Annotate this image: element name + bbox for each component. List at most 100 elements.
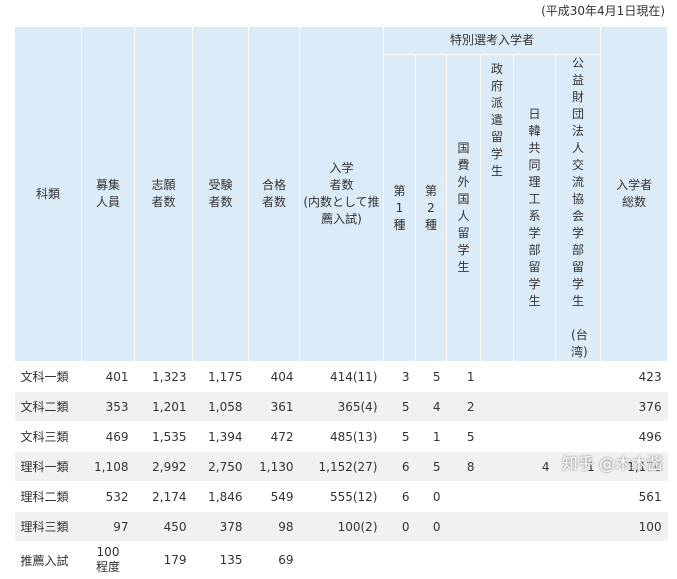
header-applicants: 志願 者数 — [134, 26, 193, 362]
header-char: 政 — [490, 62, 503, 76]
cell-total: 561 — [600, 481, 668, 512]
header-char: 国 — [457, 192, 470, 206]
header-char: 学 — [457, 243, 470, 257]
header-examinees: 受験 者数 — [192, 26, 249, 362]
cell-taiwan — [555, 481, 601, 512]
vertical-header-text: 第 1 種 — [393, 183, 407, 234]
header-char: 部 — [528, 243, 541, 257]
header-enrolled: 入学 者数 (内数として推 薦入試) — [299, 26, 384, 362]
cell-special1: 5 — [383, 391, 416, 422]
cell-special2: 0 — [415, 481, 447, 512]
cell-passed: 98 — [248, 511, 300, 542]
cell-applicants: 1,323 — [134, 361, 193, 392]
cell-special1: 6 — [383, 451, 416, 482]
header-category: 科類 — [14, 26, 82, 362]
cell-examinees: 378 — [192, 511, 249, 542]
cell-intl: 5 — [446, 421, 481, 452]
cell-taiwan — [555, 511, 601, 542]
cell-passed: 361 — [248, 391, 300, 422]
cell-intl — [446, 541, 481, 579]
header-line: 志願 — [151, 178, 176, 192]
header-char: 第 — [393, 183, 406, 198]
watermark: 知乎 @木木酱 — [561, 454, 663, 473]
header-char: 留 — [572, 260, 585, 274]
cell-quota: 1,108 — [81, 451, 135, 482]
header-char: 理 — [528, 175, 541, 189]
cell-applicants: 1,535 — [134, 421, 193, 452]
header-line: 人員 — [95, 195, 120, 209]
cell-jk — [513, 481, 556, 512]
header-char: 公 — [572, 56, 585, 70]
header-char: 府 — [490, 79, 503, 93]
header-char: 人 — [572, 141, 585, 155]
cell-enrolled: 365(4) — [299, 391, 384, 422]
header-char: 1 — [395, 200, 404, 215]
cell-line: 100 — [96, 545, 120, 559]
header-line: 募集 — [95, 178, 120, 192]
cell-special1: 5 — [383, 421, 416, 452]
table-row: 推薦入試 100 程度 179 135 69 — [14, 541, 668, 579]
cell-intl — [446, 511, 481, 542]
cell-govt — [480, 421, 514, 452]
cell-govt — [480, 481, 514, 512]
cell-special1 — [383, 541, 416, 579]
header-char: 財 — [572, 90, 585, 104]
header-line: 者数 — [261, 195, 286, 209]
header-char: 留 — [528, 260, 541, 274]
header-char: 学 — [572, 277, 585, 291]
header-char: 同 — [528, 158, 541, 172]
cell-jk — [513, 391, 556, 422]
cell-quota: 353 — [81, 391, 135, 422]
cell-passed: 404 — [248, 361, 300, 392]
cell-taiwan — [555, 541, 601, 579]
header-char: 生 — [457, 260, 470, 274]
header-char: 日 — [528, 107, 541, 121]
header-char — [571, 310, 585, 327]
cell-special2 — [415, 541, 447, 579]
as-of-date: (平成30年4月1日現在) — [541, 4, 665, 18]
cell-passed: 472 — [248, 421, 300, 452]
header-char: 系 — [528, 209, 541, 223]
cell-jk: 4 — [513, 451, 556, 482]
cell-special2: 1 — [415, 421, 447, 452]
vertical-header-text: 公益財団法人交流協会学部留学生 (台 湾) — [571, 55, 588, 361]
header-japan-korea: 日韓共同理工系学部留学生 — [513, 54, 556, 362]
cell-enrolled: 485(13) — [299, 421, 384, 452]
cell-jk — [513, 361, 556, 392]
cell-category: 文科二類 — [14, 391, 82, 422]
table-row: 理科三類 97 450 378 98 100(2) 0 0 100 — [14, 511, 668, 542]
header-char: 学 — [572, 226, 585, 240]
cell-examinees: 1,058 — [192, 391, 249, 422]
cell-special2: 0 — [415, 511, 447, 542]
cell-intl: 8 — [446, 451, 481, 482]
cell-jk — [513, 511, 556, 542]
cell-enrolled: 414(11) — [299, 361, 384, 392]
header-quota: 募集 人員 — [81, 26, 135, 362]
cell-enrolled — [299, 541, 384, 579]
cell-taiwan — [555, 421, 601, 452]
cell-govt — [480, 391, 514, 422]
header-special2: 第 2 種 — [415, 54, 447, 362]
cell-govt — [480, 541, 514, 579]
header-line: (内数として推 — [303, 195, 380, 209]
header-char: 生 — [528, 294, 541, 308]
cell-enrolled: 100(2) — [299, 511, 384, 542]
header-char: 派 — [490, 96, 503, 110]
header-char: 団 — [572, 107, 585, 121]
header-char: 流 — [572, 175, 585, 189]
header-char: 留 — [457, 226, 470, 240]
cell-applicants: 450 — [134, 511, 193, 542]
cell-applicants: 1,201 — [134, 391, 193, 422]
header-char: (台 — [571, 328, 588, 342]
cell-quota: 532 — [81, 481, 135, 512]
cell-examinees: 1,175 — [192, 361, 249, 392]
cell-intl: 1 — [446, 361, 481, 392]
cell-special1: 0 — [383, 511, 416, 542]
header-total: 入学者 総数 — [600, 26, 669, 362]
header-char: 種 — [424, 217, 437, 232]
cell-special2: 5 — [415, 361, 447, 392]
cell-govt — [480, 511, 514, 542]
vertical-header-text: 日韓共同理工系学部留学生 — [528, 106, 542, 310]
cell-quota: 97 — [81, 511, 135, 542]
header-char: 湾) — [571, 345, 588, 359]
